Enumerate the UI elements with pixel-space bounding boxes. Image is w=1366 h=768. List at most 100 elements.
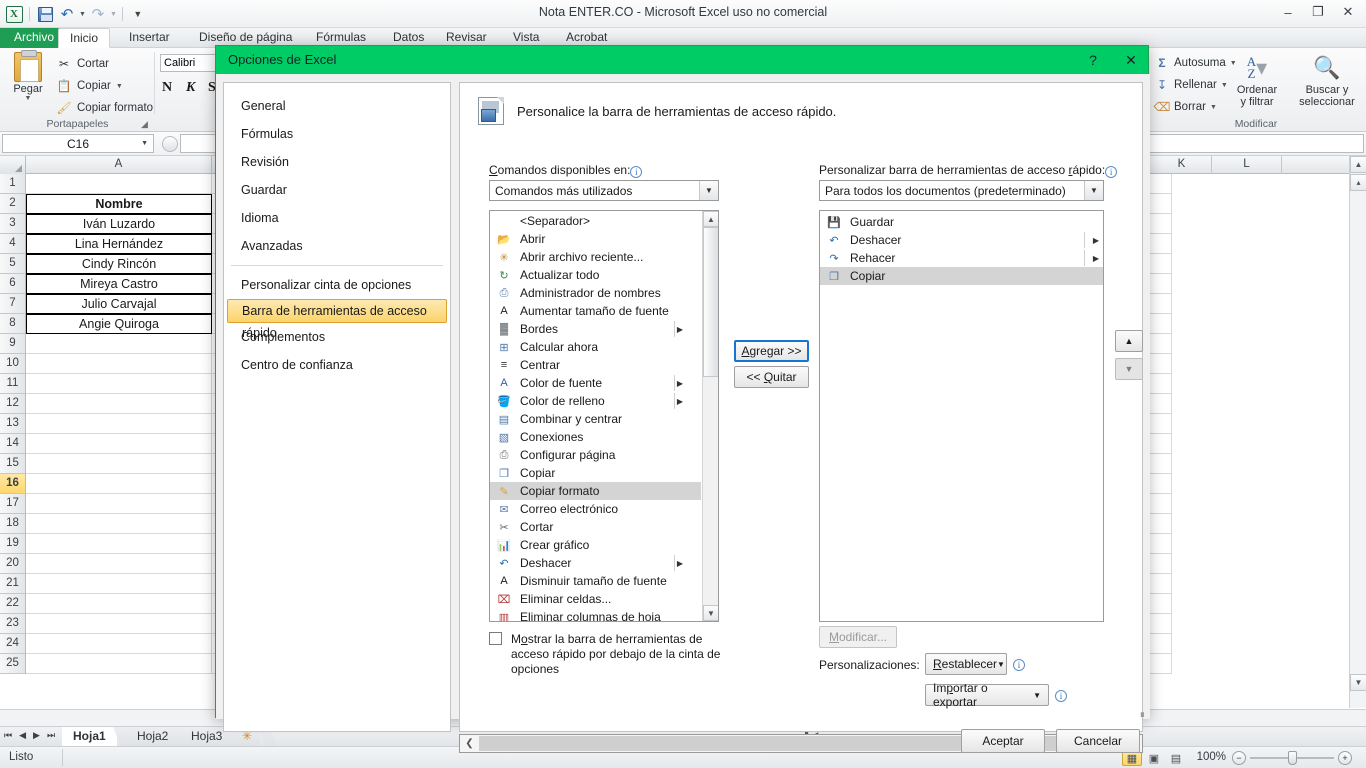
fill-button[interactable]: ↧ Rellenar ▼ (1154, 77, 1228, 93)
customize-qat-combo[interactable]: Para todos los documentos (predeterminad… (819, 180, 1104, 201)
available-command-item[interactable]: A Aumentar tamaño de fuente (490, 302, 701, 320)
cell-a4[interactable]: Lina Hernández (26, 234, 212, 254)
row-header[interactable]: 18 (0, 514, 25, 534)
available-command-item[interactable]: ✎ Copiar formato (490, 482, 701, 500)
submenu-arrow-icon[interactable]: ▶ (677, 397, 683, 406)
nav-item-general[interactable]: General (224, 92, 450, 120)
cell-a23[interactable] (26, 614, 212, 634)
next-sheet-icon[interactable]: ▶ (33, 730, 40, 741)
close-icon[interactable]: ✕ (1334, 2, 1362, 22)
row-header[interactable]: 13 (0, 414, 25, 434)
chevron-down-icon-left[interactable]: ▼ (699, 181, 718, 200)
cell-a13[interactable] (26, 414, 212, 434)
cell-a24[interactable] (26, 634, 212, 654)
row-header[interactable]: 20 (0, 554, 25, 574)
zoom-in-icon[interactable]: + (1338, 751, 1352, 765)
scroll-up-icon[interactable]: ▲ (1350, 156, 1366, 173)
available-command-item[interactable]: ⊞ Calcular ahora (490, 338, 701, 356)
row-header[interactable]: 14 (0, 434, 25, 454)
available-commands-scrollbar[interactable]: ▲ ▼ (702, 211, 718, 621)
paste-dropdown-icon[interactable]: ▼ (6, 95, 50, 102)
add-button[interactable]: Agregar >> (734, 340, 809, 362)
page-layout-view-icon[interactable]: ▣ (1144, 750, 1164, 766)
first-sheet-icon[interactable]: ⏮ (4, 730, 12, 741)
available-command-item[interactable]: 📊 Crear gráfico (490, 536, 701, 554)
copy-dropdown-icon[interactable]: ▼ (116, 83, 123, 90)
cell-a25[interactable] (26, 654, 212, 674)
column-header-a[interactable]: A (26, 156, 212, 174)
cell-a15[interactable] (26, 454, 212, 474)
available-command-item[interactable]: A Disminuir tamaño de fuente (490, 572, 701, 590)
nav-item-complementos[interactable]: Complementos (224, 323, 450, 351)
name-box[interactable]: C16 ▼ (2, 134, 154, 153)
font-name-input[interactable] (160, 54, 222, 72)
name-box-dropdown-icon[interactable]: ▼ (141, 140, 148, 147)
row-header[interactable]: 23 (0, 614, 25, 634)
info-icon-left[interactable]: i (630, 166, 643, 178)
select-all-corner[interactable] (0, 156, 26, 174)
submenu-arrow-icon[interactable]: ▶ (1093, 236, 1099, 245)
paste-button[interactable]: Pegar ▼ (6, 50, 50, 102)
row-header[interactable]: 11 (0, 374, 25, 394)
row-header[interactable]: 22 (0, 594, 25, 614)
row-header[interactable]: 25 (0, 654, 25, 674)
available-command-item[interactable]: ▧ Conexiones (490, 428, 701, 446)
cell-a11[interactable] (26, 374, 212, 394)
reset-button[interactable]: Restablecer ▼ (925, 653, 1007, 675)
bold-button[interactable]: N (162, 80, 172, 96)
available-command-item[interactable]: ▓ Bordes ▶ (490, 320, 701, 338)
scroll-left-icon[interactable]: ❮ (460, 735, 479, 752)
qat-item[interactable]: ↷ Rehacer ▶ (820, 249, 1103, 267)
cell-a16[interactable] (26, 474, 212, 494)
submenu-arrow-icon[interactable]: ▶ (1093, 254, 1099, 263)
cell-a21[interactable] (26, 574, 212, 594)
show-below-ribbon-checkbox[interactable] (489, 632, 502, 645)
available-command-item[interactable]: ▥ Eliminar columnas de hoja (490, 608, 701, 621)
available-command-item[interactable]: 📂 Abrir (490, 230, 701, 248)
cell-a22[interactable] (26, 594, 212, 614)
scroll-down-icon[interactable]: ▼ (1350, 674, 1366, 691)
clipboard-dialog-launcher-icon[interactable]: ◢ (141, 119, 152, 130)
dialog-close-icon[interactable]: ✕ (1120, 52, 1142, 69)
available-command-item[interactable]: ✳ Abrir archivo reciente... (490, 248, 701, 266)
available-command-item[interactable]: ⌧ Eliminar celdas... (490, 590, 701, 608)
cell-a20[interactable] (26, 554, 212, 574)
cell-a6[interactable]: Mireya Castro (26, 274, 212, 294)
zoom-thumb[interactable] (1288, 751, 1297, 765)
show-below-ribbon-checkbox-row[interactable]: Mostrar la barra de herramientas de acce… (489, 632, 734, 677)
available-command-item[interactable]: ✉ Correo electrónico (490, 500, 701, 518)
sheet-tab-hoja1[interactable]: Hoja1 (62, 727, 117, 747)
window-controls[interactable]: – ❐ ✕ (1274, 2, 1362, 22)
cancel-formula-icon[interactable] (162, 135, 178, 152)
ok-button[interactable]: Aceptar (961, 729, 1045, 753)
row-header[interactable]: 5 (0, 254, 25, 274)
row-header[interactable]: 8 (0, 314, 25, 334)
available-commands-combo[interactable]: Comandos más utilizados ▼ (489, 180, 719, 201)
qat-listbox[interactable]: 💾 Guardar ↶ Deshacer ▶ ↷ Rehacer ▶ ❐ Copiar (819, 210, 1104, 622)
row-header[interactable]: 7 (0, 294, 25, 314)
help-icon[interactable]: ? (1082, 52, 1104, 68)
sheet-nav-buttons[interactable]: ⏮ ◀ ▶ ⏭ (4, 730, 55, 741)
nav-item-revision[interactable]: Revisión (224, 148, 450, 176)
modify-button[interactable]: Modificar... (819, 626, 897, 648)
available-command-item[interactable]: ❐ Copiar (490, 464, 701, 482)
find-select-button[interactable]: 🔍 Buscar y seleccionar (1296, 52, 1358, 109)
row-header[interactable]: 1 (0, 174, 25, 194)
cell-a10[interactable] (26, 354, 212, 374)
cell-a18[interactable] (26, 514, 212, 534)
prev-sheet-icon[interactable]: ◀ (19, 730, 26, 741)
chevron-down-icon-right[interactable]: ▼ (1084, 181, 1103, 200)
cell-a9[interactable] (26, 334, 212, 354)
available-command-item[interactable]: 🪣 Color de relleno ▶ (490, 392, 701, 410)
row-header[interactable]: 3 (0, 214, 25, 234)
tab-inicio[interactable]: Inicio (58, 28, 111, 48)
cell-a7[interactable]: Julio Carvajal (26, 294, 212, 314)
move-down-button[interactable]: ▼ (1115, 358, 1143, 380)
nav-item-personalizar-cinta[interactable]: Personalizar cinta de opciones (224, 271, 450, 299)
submenu-arrow-icon[interactable]: ▶ (677, 325, 683, 334)
autosum-button[interactable]: Σ Autosuma ▼ (1154, 55, 1236, 71)
row-header[interactable]: 24 (0, 634, 25, 654)
vertical-scrollbar[interactable]: ▲ ▴ ▼ (1349, 156, 1366, 708)
row-header[interactable]: 16 (0, 474, 25, 494)
row-header[interactable]: 4 (0, 234, 25, 254)
